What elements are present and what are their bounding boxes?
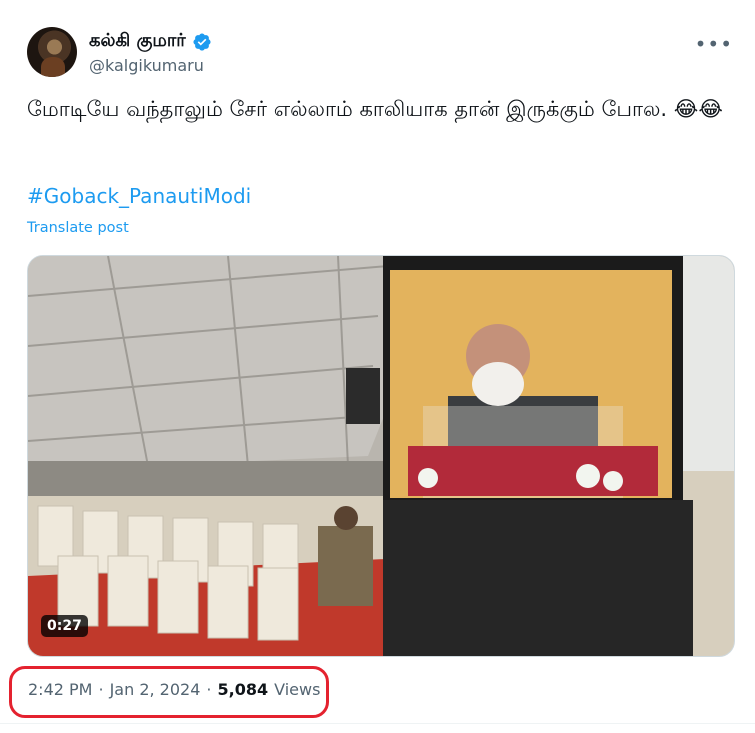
- more-options-icon[interactable]: •••: [695, 32, 733, 56]
- video-duration-badge: 0:27: [41, 615, 88, 637]
- avatar[interactable]: [27, 27, 77, 77]
- highlight-annotation: [9, 666, 329, 718]
- author-name-row: கல்கி குமார்: [89, 30, 212, 53]
- tweet-text: மோடியே வந்தாலும் சேர் எல்லாம் காலியாக தா…: [27, 97, 723, 121]
- author-handle[interactable]: @kalgikumaru: [89, 56, 204, 75]
- video-thumbnail: [28, 256, 734, 656]
- verified-badge-icon: [193, 32, 211, 51]
- hashtag-link[interactable]: #Goback_PanautiModi: [27, 184, 251, 208]
- video-player[interactable]: [27, 255, 735, 657]
- translate-post-link[interactable]: Translate post: [27, 220, 129, 236]
- divider: [0, 723, 755, 724]
- author-display-name[interactable]: கல்கி குமார்: [89, 30, 186, 53]
